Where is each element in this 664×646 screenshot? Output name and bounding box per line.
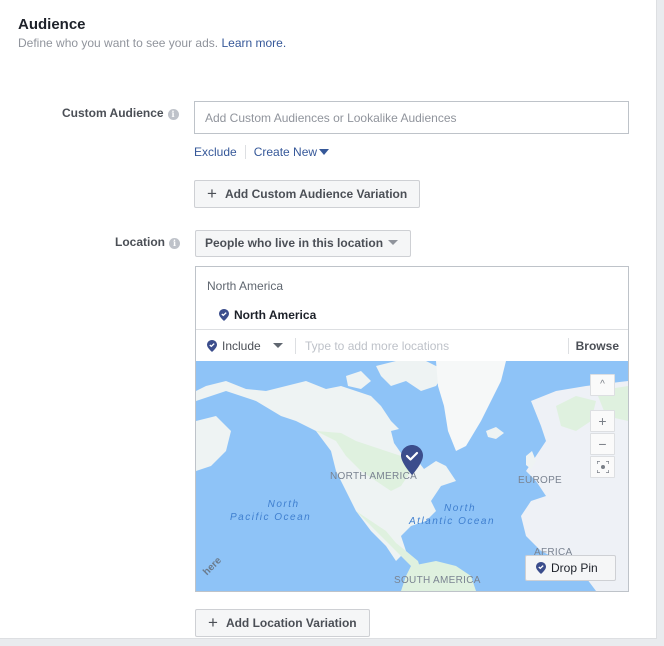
land-arctic-island [346,371,371,389]
ocean-label-line: North [444,503,476,514]
chevron-down-icon [272,343,283,348]
location-label: Location i [115,235,180,249]
custom-audience-input[interactable]: Add Custom Audiences or Lookalike Audien… [194,101,629,134]
selected-location-name: North America [234,308,317,322]
section-title: Audience [18,16,86,33]
location-search-input[interactable]: Type to add more locations [305,339,449,353]
exclude-link[interactable]: Exclude [194,145,237,159]
recenter-button[interactable] [590,456,615,478]
plus-icon: + [208,613,218,632]
zoom-out-button[interactable]: − [590,433,615,455]
chevron-down-icon [388,240,399,245]
add-custom-audience-variation-button[interactable]: + Add Custom Audience Variation [194,180,421,208]
map-label-south-america: SOUTH AMERICA [394,575,481,586]
info-icon[interactable]: i [169,238,180,249]
link-divider [244,145,246,159]
section-subtitle: Define who you want to see your ads. Lea… [18,36,286,50]
include-dropdown[interactable]: Include [207,339,283,353]
divider [568,338,569,354]
location-label-text: Location [115,235,165,249]
subtitle-text: Define who you want to see your ads. [18,36,219,50]
selected-location-item[interactable]: North America [219,308,316,322]
custom-audience-links: Exclude Create New [194,145,330,159]
caret-down-icon [319,149,330,155]
add-location-variation-button[interactable]: + Add Location Variation [195,609,370,637]
location-group-heading: North America [207,279,284,293]
map-location-pin-icon[interactable] [401,445,423,475]
location-type-value: People who live in this location [205,236,384,250]
location-search-placeholder: Type to add more locations [305,339,450,353]
plus-icon: + [207,184,217,203]
map-label-europe: EUROPE [518,475,563,486]
land-asia-west [196,416,231,471]
location-pin-icon [207,340,217,352]
learn-more-link[interactable]: Learn more. [221,36,286,50]
land-iceland [486,427,504,439]
land-arctic-islands [376,361,446,391]
ocean-label-line: Atlantic Ocean [409,516,496,527]
location-search-bar: Include Type to add more locations Brows… [196,329,628,361]
drop-pin-button[interactable]: Drop Pin [525,555,616,581]
ocean-label-line: North [267,499,300,510]
map-label-north-atlantic: North Atlantic Ocean [409,502,495,528]
divider [295,338,296,354]
location-pin-icon [219,309,229,321]
add-location-variation-label: Add Location Variation [225,616,357,630]
custom-audience-label-text: Custom Audience [62,106,164,120]
add-custom-audience-variation-label: Add Custom Audience Variation [224,187,408,201]
map-label-north-pacific: North Pacific Ocean [230,498,311,524]
create-new-label: Create New [253,145,318,159]
browse-button[interactable]: Browse [576,339,619,353]
location-map[interactable]: NORTH AMERICA EUROPE AFRICA SOUTH AMERIC… [196,361,628,591]
create-new-link[interactable]: Create New [253,145,330,159]
include-label: Include [222,339,261,353]
audience-panel: Audience Define who you want to see your… [0,0,657,639]
location-pin-icon [536,562,546,574]
location-type-dropdown[interactable]: People who live in this location [195,230,411,257]
recenter-icon [595,460,610,474]
zoom-in-button[interactable]: + [590,410,615,432]
info-icon[interactable]: i [167,109,179,120]
custom-audience-placeholder: Add Custom Audiences or Lookalike Audien… [205,111,457,125]
map-collapse-button[interactable]: ^ [590,374,615,396]
ocean-label-line: Pacific Ocean [230,512,312,523]
location-selector: North America North America Include Type… [195,266,629,592]
custom-audience-label: Custom Audience i [62,106,179,120]
drop-pin-label: Drop Pin [551,561,598,575]
